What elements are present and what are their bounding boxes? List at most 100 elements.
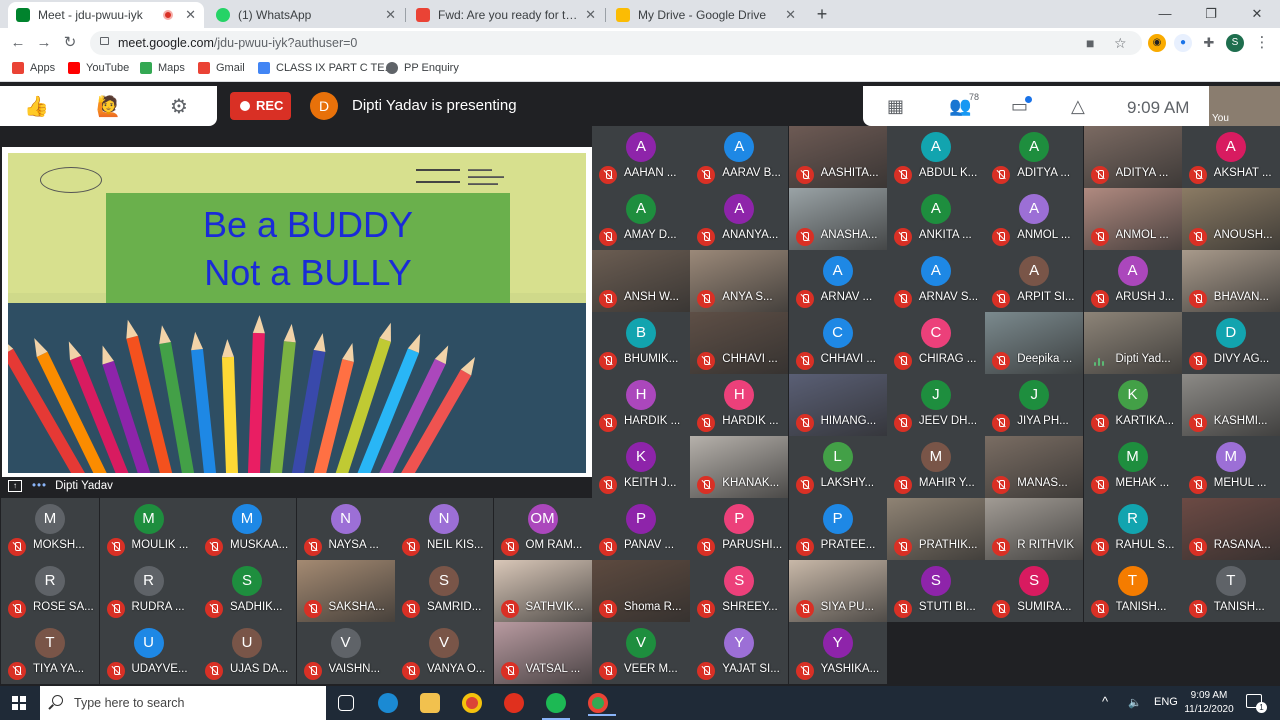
- participant-tile[interactable]: P PARUSHI...: [690, 498, 789, 560]
- task-view-icon[interactable]: [338, 695, 354, 711]
- bookmark-star-icon[interactable]: ☆: [1114, 35, 1127, 52]
- close-window-button[interactable]: ✕: [1234, 0, 1280, 28]
- participant-tile[interactable]: SAKSHA...: [296, 560, 395, 622]
- participant-tile[interactable]: ANMOL ...: [1083, 188, 1182, 250]
- participant-tile[interactable]: A ARUSH J...: [1083, 250, 1182, 312]
- tab-meet[interactable]: Meet - jdu-pwuu-iyk ✕: [8, 2, 204, 28]
- participant-tile[interactable]: M MAHIR Y...: [886, 436, 985, 498]
- participant-tile[interactable]: K KEITH J...: [592, 436, 690, 498]
- participant-tile[interactable]: ANASHA...: [788, 188, 887, 250]
- file-explorer-icon[interactable]: [420, 693, 440, 713]
- participant-tile[interactable]: A ARPIT SI...: [985, 250, 1084, 312]
- participant-tile[interactable]: S SADHIK...: [198, 560, 296, 622]
- participant-tile[interactable]: R RITHVIK: [985, 498, 1084, 560]
- forward-arrow-icon[interactable]: →: [34, 33, 54, 53]
- taskbar-clock[interactable]: 9:09 AM 11/12/2020: [1174, 689, 1244, 717]
- show-hidden-icons-icon[interactable]: ^: [1102, 694, 1108, 709]
- more-menu-icon[interactable]: ⋮: [1252, 33, 1272, 53]
- participant-tile[interactable]: D DIVY AG...: [1181, 312, 1280, 374]
- participant-tile[interactable]: U UDAYVE...: [99, 622, 198, 684]
- camera-permission-icon[interactable]: ■: [1086, 35, 1094, 51]
- chrome-running-icon[interactable]: [588, 693, 616, 716]
- recording-badge[interactable]: REC: [230, 92, 291, 120]
- participant-tile[interactable]: P PANAV ...: [592, 498, 690, 560]
- participant-tile[interactable]: R RAHUL S...: [1083, 498, 1182, 560]
- participant-tile[interactable]: RASANA...: [1181, 498, 1280, 560]
- participant-tile[interactable]: Y YAJAT SI...: [690, 622, 789, 684]
- new-tab-button[interactable]: +: [812, 4, 832, 24]
- participant-tile[interactable]: PRATHIK...: [886, 498, 985, 560]
- participant-tile[interactable]: A ADITYA ...: [985, 126, 1084, 188]
- bookmark-youtube[interactable]: YouTube: [68, 62, 129, 74]
- windows-start-icon[interactable]: [12, 696, 26, 710]
- participant-tile[interactable]: M MEHAK ...: [1083, 436, 1182, 498]
- participant-tile[interactable]: M MOKSH...: [1, 498, 99, 560]
- participant-tile[interactable]: S SUMIRA...: [985, 560, 1084, 622]
- close-tab-icon[interactable]: ✕: [785, 7, 796, 23]
- participant-tile[interactable]: ADITYA ...: [1083, 126, 1182, 188]
- tab-whatsapp[interactable]: (1) WhatsApp ✕: [208, 2, 404, 28]
- participant-tile[interactable]: Dipti Yad...: [1083, 312, 1182, 374]
- participant-tile[interactable]: KHANAK...: [690, 436, 789, 498]
- participant-tile[interactable]: AASHITA...: [788, 126, 887, 188]
- participant-tile[interactable]: R RUDRA ...: [99, 560, 198, 622]
- participant-tile[interactable]: A ARNAV ...: [788, 250, 887, 312]
- participant-tile[interactable]: J JEEV DH...: [886, 374, 985, 436]
- bookmark-maps[interactable]: Maps: [140, 62, 185, 74]
- participant-tile[interactable]: A AKSHAT ...: [1181, 126, 1280, 188]
- opera-icon[interactable]: [504, 693, 524, 713]
- settings-gear-icon[interactable]: ⚙: [170, 94, 188, 119]
- participant-tile[interactable]: KASHMI...: [1181, 374, 1280, 436]
- participant-tile[interactable]: SATHVIK...: [493, 560, 592, 622]
- restore-window-button[interactable]: ❐: [1188, 0, 1234, 28]
- participant-tile[interactable]: ANOUSH...: [1181, 188, 1280, 250]
- volume-icon[interactable]: 🔈: [1128, 696, 1142, 709]
- raise-hand-icon[interactable]: 🙋: [96, 94, 121, 119]
- participant-tile[interactable]: T TANISH...: [1083, 560, 1182, 622]
- participant-tile[interactable]: A ANANYA...: [690, 188, 789, 250]
- participant-tile[interactable]: C CHHAVI ...: [788, 312, 887, 374]
- participant-tile[interactable]: OM OM RAM...: [493, 498, 592, 560]
- participant-tile[interactable]: V VEER M...: [592, 622, 690, 684]
- participant-tile[interactable]: A ABDUL K...: [886, 126, 985, 188]
- participant-tile[interactable]: U UJAS DA...: [198, 622, 296, 684]
- participant-tile[interactable]: CHHAVI ...: [690, 312, 789, 374]
- tab-gmail[interactable]: Fwd: Are you ready for the BIGGE ✕: [408, 2, 604, 28]
- participant-tile[interactable]: V VAISHN...: [296, 622, 395, 684]
- presentation-view[interactable]: ▬▬▬▬ ▬▬▬▬▬▬ ▬▬▬▬▬ Be a BUDDY Not a BULLY: [2, 147, 592, 477]
- participant-tile[interactable]: J JIYA PH...: [985, 374, 1084, 436]
- participant-tile[interactable]: MANAS...: [985, 436, 1084, 498]
- participant-tile[interactable]: VATSAL ...: [493, 622, 592, 684]
- participant-tile[interactable]: S SHREEY...: [690, 560, 789, 622]
- chrome-icon[interactable]: [462, 693, 482, 713]
- participant-tile[interactable]: T TANISH...: [1181, 560, 1280, 622]
- participant-tile[interactable]: Shoma R...: [592, 560, 690, 622]
- taskbar-search-box[interactable]: Type here to search: [40, 686, 326, 720]
- participant-tile[interactable]: T TIYA YA...: [1, 622, 99, 684]
- close-tab-icon[interactable]: ✕: [385, 7, 396, 23]
- activities-icon[interactable]: △: [1071, 96, 1085, 117]
- participant-tile[interactable]: ANYA S...: [690, 250, 789, 312]
- participant-tile[interactable]: HIMANG...: [788, 374, 887, 436]
- participant-tile[interactable]: V VANYA O...: [395, 622, 493, 684]
- participant-tile[interactable]: ANSH W...: [592, 250, 690, 312]
- participant-tile[interactable]: A ARNAV S...: [886, 250, 985, 312]
- layout-grid-icon[interactable]: ▦: [887, 96, 904, 117]
- participant-tile[interactable]: N NAYSA ...: [296, 498, 395, 560]
- notification-center-icon[interactable]: 1: [1246, 694, 1267, 713]
- participant-tile[interactable]: B BHUMIK...: [592, 312, 690, 374]
- bookmark-gmail[interactable]: Gmail: [198, 62, 245, 74]
- participant-tile[interactable]: R ROSE SA...: [1, 560, 99, 622]
- address-bar[interactable]: meet.google.com/jdu-pwuu-iyk?authuser=0 …: [90, 31, 1142, 55]
- bookmark-pp-enquiry[interactable]: PP Enquiry: [386, 62, 459, 74]
- participant-tile[interactable]: A ANKITA ...: [886, 188, 985, 250]
- participant-tile[interactable]: A ANMOL ...: [985, 188, 1084, 250]
- self-view-tile[interactable]: You: [1209, 86, 1280, 126]
- bookmark-apps[interactable]: Apps: [12, 62, 55, 74]
- extension-icon[interactable]: ◉: [1148, 34, 1166, 52]
- participant-tile[interactable]: A AARAV B...: [690, 126, 789, 188]
- participant-tile[interactable]: C CHIRAG ...: [886, 312, 985, 374]
- participant-tile[interactable]: M MEHUL ...: [1181, 436, 1280, 498]
- participant-tile[interactable]: SIYA PU...: [788, 560, 887, 622]
- bookmark-class-ix[interactable]: CLASS IX PART C TE...: [258, 62, 394, 74]
